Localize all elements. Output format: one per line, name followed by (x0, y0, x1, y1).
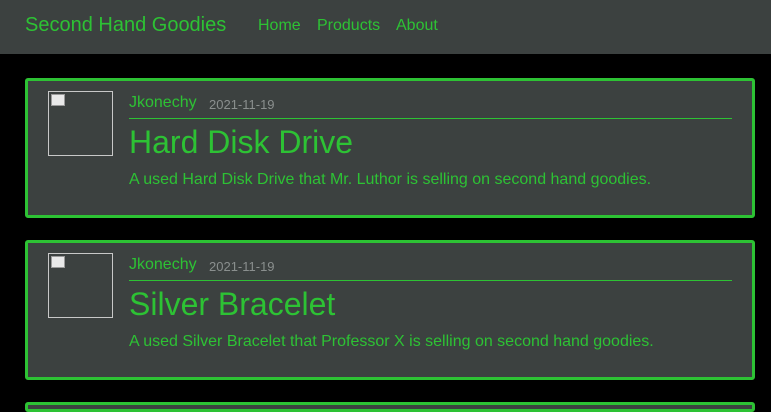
post-author-link[interactable]: Jkonechy (129, 256, 197, 274)
nav-link-home[interactable]: Home (258, 17, 301, 35)
nav-link-products[interactable]: Products (317, 17, 380, 35)
post-meta: Jkonechy 2021-11-19 (129, 94, 732, 119)
post-thumbnail[interactable] (48, 91, 113, 156)
post-card: Jkonechy 2021-11-19 Hard Disk Drive A us… (25, 78, 755, 218)
nav-link-about[interactable]: About (396, 17, 438, 35)
post-title-link[interactable]: Hard Disk Drive (129, 124, 353, 160)
broken-image-icon (51, 94, 65, 106)
post-card: Jkonechy 2021-11-19 Silver Bracelet A us… (25, 240, 755, 380)
brand-link[interactable]: Second Hand Goodies (25, 14, 226, 37)
broken-image-icon (51, 256, 65, 268)
post-description: A used Silver Bracelet that Professor X … (129, 333, 654, 350)
post-title-link[interactable]: Silver Bracelet (129, 286, 335, 322)
post-author-link[interactable]: Jkonechy (129, 94, 197, 112)
post-date: 2021-11-19 (209, 259, 275, 274)
post-meta: Jkonechy 2021-11-19 (129, 256, 732, 281)
post-description: A used Hard Disk Drive that Mr. Luthor i… (129, 171, 652, 188)
navbar: Second Hand Goodies Home Products About (0, 0, 771, 54)
post-date: 2021-11-19 (209, 97, 275, 112)
post-thumbnail[interactable] (48, 253, 113, 318)
